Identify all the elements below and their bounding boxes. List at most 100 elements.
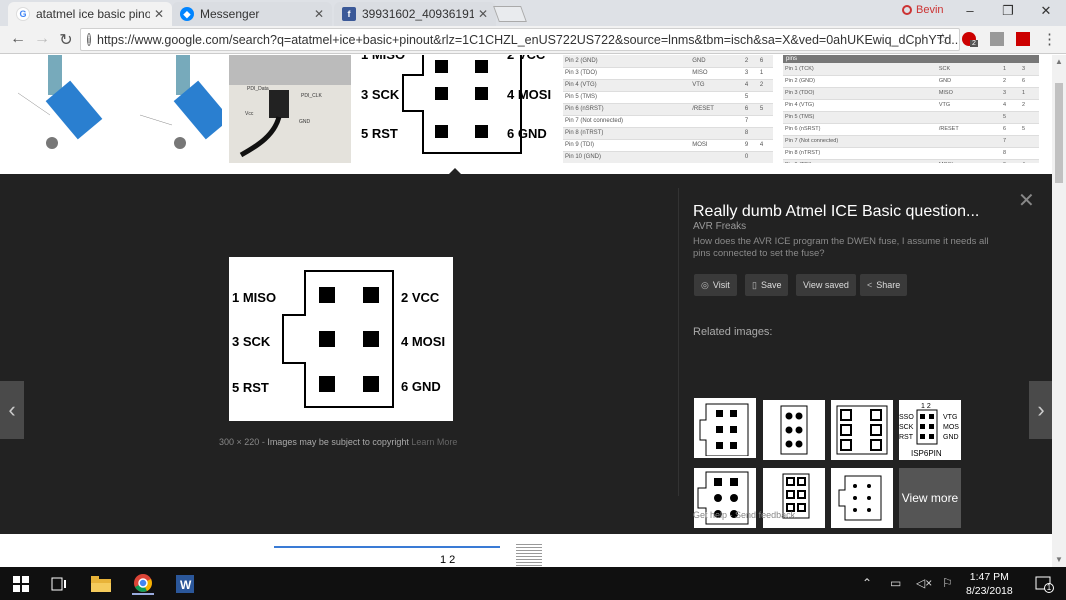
pin-table-cell bbox=[757, 127, 773, 140]
share-button[interactable]: < Share bbox=[860, 274, 908, 296]
view-saved-button[interactable]: View saved bbox=[796, 274, 856, 296]
result-thumb-pin-table[interactable]: Pin 2 (GND) GND 2 6 Pin 3 (TDO) MISO 3 1 Pin 4 (… bbox=[563, 55, 773, 163]
related-image-2[interactable] bbox=[763, 400, 825, 460]
pin-table-cell: Pin 4 (VTG) bbox=[563, 79, 691, 92]
maximize-button[interactable]: ❐ bbox=[998, 3, 1018, 19]
info-icon[interactable]: i bbox=[87, 33, 91, 46]
action-center-icon[interactable]: 1 bbox=[1032, 573, 1054, 595]
result-site[interactable]: AVR Freaks bbox=[693, 221, 746, 232]
pin-table-cell bbox=[936, 147, 1001, 160]
isp-label-sck: SCK bbox=[899, 424, 914, 431]
below-pin-numbers: 1 2 bbox=[440, 554, 456, 566]
address-bar[interactable]: i https://www.google.com/search?q=atatme… bbox=[80, 28, 960, 51]
learn-more-link[interactable]: Learn More bbox=[411, 437, 457, 447]
pin-label-vcc: 2 VCC bbox=[401, 290, 440, 305]
close-panel-icon[interactable]: ✕ bbox=[1018, 188, 1035, 213]
result-thumb-pdi-photo[interactable]: PDI_Data PDI_CLK Vcc GND bbox=[229, 55, 351, 163]
pin-table-cell: 8 bbox=[742, 127, 758, 140]
prev-image-button[interactable]: ‹ bbox=[0, 381, 24, 439]
image-results-row: PDI_Data PDI_CLK Vcc GND 1 MISO 2 VCC 3 … bbox=[0, 55, 1052, 173]
pin-table-cell: Pin 5 (TMS) bbox=[783, 111, 937, 124]
url-text: https://www.google.com/search?q=atatmel+… bbox=[97, 32, 960, 47]
result-thumb-pin-table-2[interactable]: pins Pin 1 (TCK) SCK 1 3 Pin 2 (GND) GND 2 6 Pin… bbox=[783, 55, 1039, 163]
pin-table-cell: Pin 6 (nSRST) bbox=[783, 123, 937, 136]
word-taskbar-icon[interactable]: W bbox=[174, 573, 196, 595]
result-thumb-adapters[interactable] bbox=[0, 55, 222, 163]
network-icon[interactable]: ⚐ bbox=[942, 576, 953, 590]
next-image-button[interactable]: › bbox=[1029, 381, 1052, 439]
related-image-7[interactable] bbox=[831, 468, 893, 528]
related-image-1[interactable] bbox=[694, 398, 756, 458]
view-saved-label: View saved bbox=[803, 280, 849, 290]
pin-table-cell: Pin 7 (Not connected) bbox=[783, 135, 937, 148]
preview-image[interactable]: 1 MISO 2 VCC 3 SCK 4 MOSI 5 RST 6 GND bbox=[229, 257, 453, 421]
related-image-3[interactable] bbox=[831, 400, 893, 460]
related-image-4[interactable]: 1 2 SSO SCK RST VTG MOS GND ISP6PIN bbox=[899, 400, 961, 460]
pin-table-row: Pin 4 (VTG) VTG 4 2 bbox=[783, 99, 1039, 112]
pin-table-cell: VTG bbox=[936, 99, 1001, 112]
scroll-down-icon[interactable]: ▼ bbox=[1055, 555, 1063, 564]
save-button[interactable]: ▯ Save bbox=[745, 274, 789, 296]
adblock-extension-icon[interactable]: 2 bbox=[962, 32, 978, 47]
adapter-diagram-image bbox=[17, 55, 222, 149]
chrome-taskbar-icon[interactable] bbox=[132, 573, 154, 595]
new-tab-button[interactable] bbox=[493, 6, 527, 22]
pin-table-cell: 5 bbox=[757, 103, 773, 116]
close-tab-icon[interactable]: ✕ bbox=[314, 7, 324, 21]
pin-table-cell: Pin 10 (GND) bbox=[563, 151, 691, 163]
pin-table-cell: 6 bbox=[742, 103, 758, 116]
view-more-button[interactable]: View more bbox=[899, 468, 961, 528]
pin-table-cell: 9 bbox=[1001, 159, 1020, 163]
isp-label-sso: SSO bbox=[899, 414, 914, 421]
pin-table-row: Pin 6 (nSRST)/RESET 6 5 bbox=[783, 123, 1039, 136]
pdf-extension-icon[interactable] bbox=[1016, 32, 1030, 46]
volume-icon[interactable]: ◁× bbox=[916, 576, 932, 590]
send-feedback-link[interactable]: Send feedback bbox=[735, 510, 795, 520]
scroll-up-icon[interactable]: ▲ bbox=[1055, 57, 1063, 66]
extension-icon[interactable] bbox=[990, 32, 1004, 46]
tab-google-images[interactable]: G atatmel ice basic pinout ✕ bbox=[8, 2, 172, 26]
close-tab-icon[interactable]: ✕ bbox=[154, 7, 164, 21]
result-description: How does the AVR ICE program the DWEN fu… bbox=[693, 236, 989, 259]
battery-icon[interactable]: ▭ bbox=[890, 576, 901, 590]
scrollbar-thumb[interactable] bbox=[1055, 83, 1063, 183]
pin-table-cell: 4 bbox=[757, 139, 773, 152]
pin-table-cell: GND bbox=[936, 75, 1001, 88]
tab-facebook-photo[interactable]: f 39931602_40936191292 ✕ bbox=[334, 2, 496, 26]
close-window-button[interactable]: ✕ bbox=[1036, 3, 1056, 19]
windows-taskbar: W ⌃ ▭ ◁× ⚐ 1:47 PM 8/23/2018 1 bbox=[0, 567, 1066, 600]
task-view-icon[interactable] bbox=[48, 573, 70, 595]
close-tab-icon[interactable]: ✕ bbox=[478, 7, 488, 21]
pin-table-row: Pin 2 (GND) GND 2 6 bbox=[563, 55, 773, 68]
profile-button[interactable]: Bevin bbox=[902, 4, 944, 16]
reload-button[interactable]: ↻ bbox=[56, 30, 76, 50]
back-button[interactable]: ← bbox=[8, 30, 28, 48]
result-title[interactable]: Really dumb Atmel ICE Basic question... bbox=[693, 203, 979, 221]
tab-messenger[interactable]: ◆ Messenger ✕ bbox=[172, 2, 332, 26]
result-thumb-below-2[interactable] bbox=[516, 542, 542, 567]
get-help-link[interactable]: Get help bbox=[693, 510, 727, 520]
taskbar-clock[interactable]: 1:47 PM 8/23/2018 bbox=[966, 570, 1013, 598]
tab-title: Messenger bbox=[200, 7, 260, 21]
bookmark-star-icon[interactable]: ☆ bbox=[936, 30, 949, 48]
chrome-menu-icon[interactable]: ⋮ bbox=[1042, 30, 1057, 48]
file-explorer-icon[interactable] bbox=[90, 573, 112, 595]
pin-table: Pin 2 (GND) GND 2 6 Pin 3 (TDO) MISO 3 1 Pin 4 (… bbox=[563, 55, 773, 163]
isp-label-rst: RST bbox=[899, 434, 914, 441]
pin-table-cell: 1 bbox=[757, 67, 773, 80]
show-hidden-icons[interactable]: ⌃ bbox=[862, 576, 872, 590]
result-thumb-below-1[interactable]: 1 2 bbox=[274, 546, 500, 567]
visit-button[interactable]: ◎ Visit bbox=[694, 274, 737, 296]
page-scrollbar[interactable]: ▲ ▼ bbox=[1052, 55, 1066, 567]
related-pinout-thumb bbox=[699, 403, 749, 456]
windows-start-icon[interactable] bbox=[10, 573, 32, 595]
pin-table-row: Pin 7 (Not connected) 7 bbox=[783, 135, 1039, 148]
pin-table-cell: 3 bbox=[1001, 87, 1020, 100]
related-isp-thumb: 1 2 SSO SCK RST VTG MOS GND ISP6PIN bbox=[899, 403, 959, 458]
forward-button[interactable]: → bbox=[32, 30, 52, 48]
result-thumb-pinout[interactable]: 1 MISO 2 VCC 3 SCK 4 MOSI 5 RST 6 GND bbox=[357, 55, 556, 163]
pin-label-rst: 5 RST bbox=[232, 380, 269, 395]
pin-label-rst: 5 RST bbox=[361, 126, 398, 141]
pin-table-header: pins bbox=[783, 55, 1039, 63]
minimize-button[interactable]: – bbox=[960, 3, 980, 18]
